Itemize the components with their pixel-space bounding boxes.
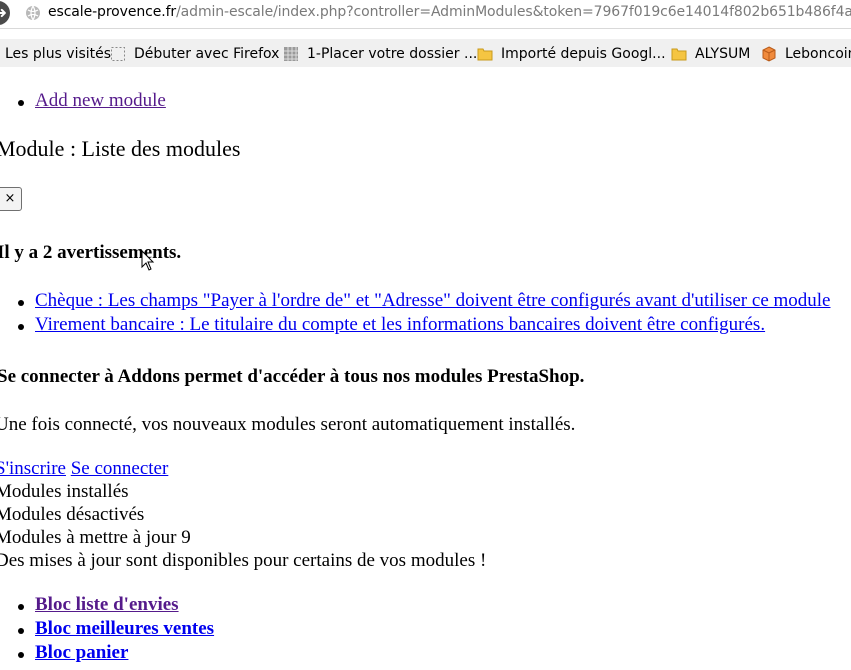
bookmark-alysum[interactable]: ALYSUM <box>671 45 750 63</box>
back-arrow-icon[interactable]: ➜ <box>0 1 10 25</box>
bookmark-label: Les plus visités <box>5 46 112 62</box>
list-bullet <box>18 628 24 634</box>
bookmark-label: ALYSUM <box>695 46 751 62</box>
url-path: /admin-escale/index.php?controller=Admin… <box>176 4 851 20</box>
url-host: escale-provence.fr <box>48 4 177 20</box>
bookmark-label: Débuter avec Firefox <box>134 46 280 62</box>
globe-icon <box>26 5 40 21</box>
auth-links: S'inscrire Se connecter <box>0 458 168 480</box>
folder-icon <box>477 48 493 61</box>
list-bullet <box>18 324 24 330</box>
list-bullet <box>18 300 24 306</box>
warning-cheque-link[interactable]: Chèque : Les champs "Payer à l'ordre de"… <box>35 290 831 312</box>
dashed-page-icon <box>111 47 125 61</box>
signup-link[interactable]: S'inscrire <box>0 458 66 479</box>
grid-icon <box>284 47 298 61</box>
list-bullet <box>18 100 24 106</box>
bookmarks-bar: Les plus visités Débuter avec Firefox 1-… <box>0 39 851 67</box>
page-title: Module : Liste des modules <box>0 136 241 161</box>
mouse-cursor-icon <box>141 250 155 271</box>
folder-icon <box>671 48 687 61</box>
bookmark-leboncoin[interactable]: Leboncoin <box>761 45 851 63</box>
module-link-best-sellers[interactable]: Bloc meilleures ventes <box>35 618 214 640</box>
bookmark-most-visited[interactable]: Les plus visités <box>5 45 111 63</box>
module-link-cart[interactable]: Bloc panier <box>35 642 128 664</box>
bookmark-label: 1-Placer votre dossier ... <box>307 46 478 62</box>
cube-icon <box>762 46 776 62</box>
bookmark-getting-started[interactable]: Débuter avec Firefox <box>110 45 279 63</box>
connected-text: Une fois connecté, vos nouveaux modules … <box>0 414 576 435</box>
add-new-module-link[interactable]: Add new module <box>35 90 166 112</box>
addons-title: Se connecter à Addons permet d'accéder à… <box>0 366 585 387</box>
warning-virement-link[interactable]: Virement bancaire : Le titulaire du comp… <box>35 314 765 336</box>
module-link-wishlist[interactable]: Bloc liste d'envies <box>35 594 179 616</box>
bookmark-placer-dossier[interactable]: 1-Placer votre dossier ... <box>283 45 477 63</box>
url-text[interactable]: escale-provence.fr/admin-escale/index.ph… <box>48 4 851 20</box>
list-bullet <box>18 604 24 610</box>
bookmark-label: Importé depuis Googl... <box>501 46 666 62</box>
close-button[interactable]: × <box>0 187 22 211</box>
stat-to-update: Modules à mettre à jour 9 <box>0 527 191 548</box>
stat-installed: Modules installés <box>0 481 129 502</box>
url-bar[interactable]: ➜ escale-provence.fr/admin-escale/index.… <box>0 0 851 29</box>
bookmark-label: Leboncoin <box>785 46 851 62</box>
stat-disabled: Modules désactivés <box>0 504 145 525</box>
bookmark-imported-google[interactable]: Importé depuis Googl... <box>477 45 666 63</box>
list-bullet <box>18 652 24 658</box>
login-link[interactable]: Se connecter <box>71 458 169 479</box>
stat-updates-available: Des mises à jour sont disponibles pour c… <box>0 550 487 571</box>
